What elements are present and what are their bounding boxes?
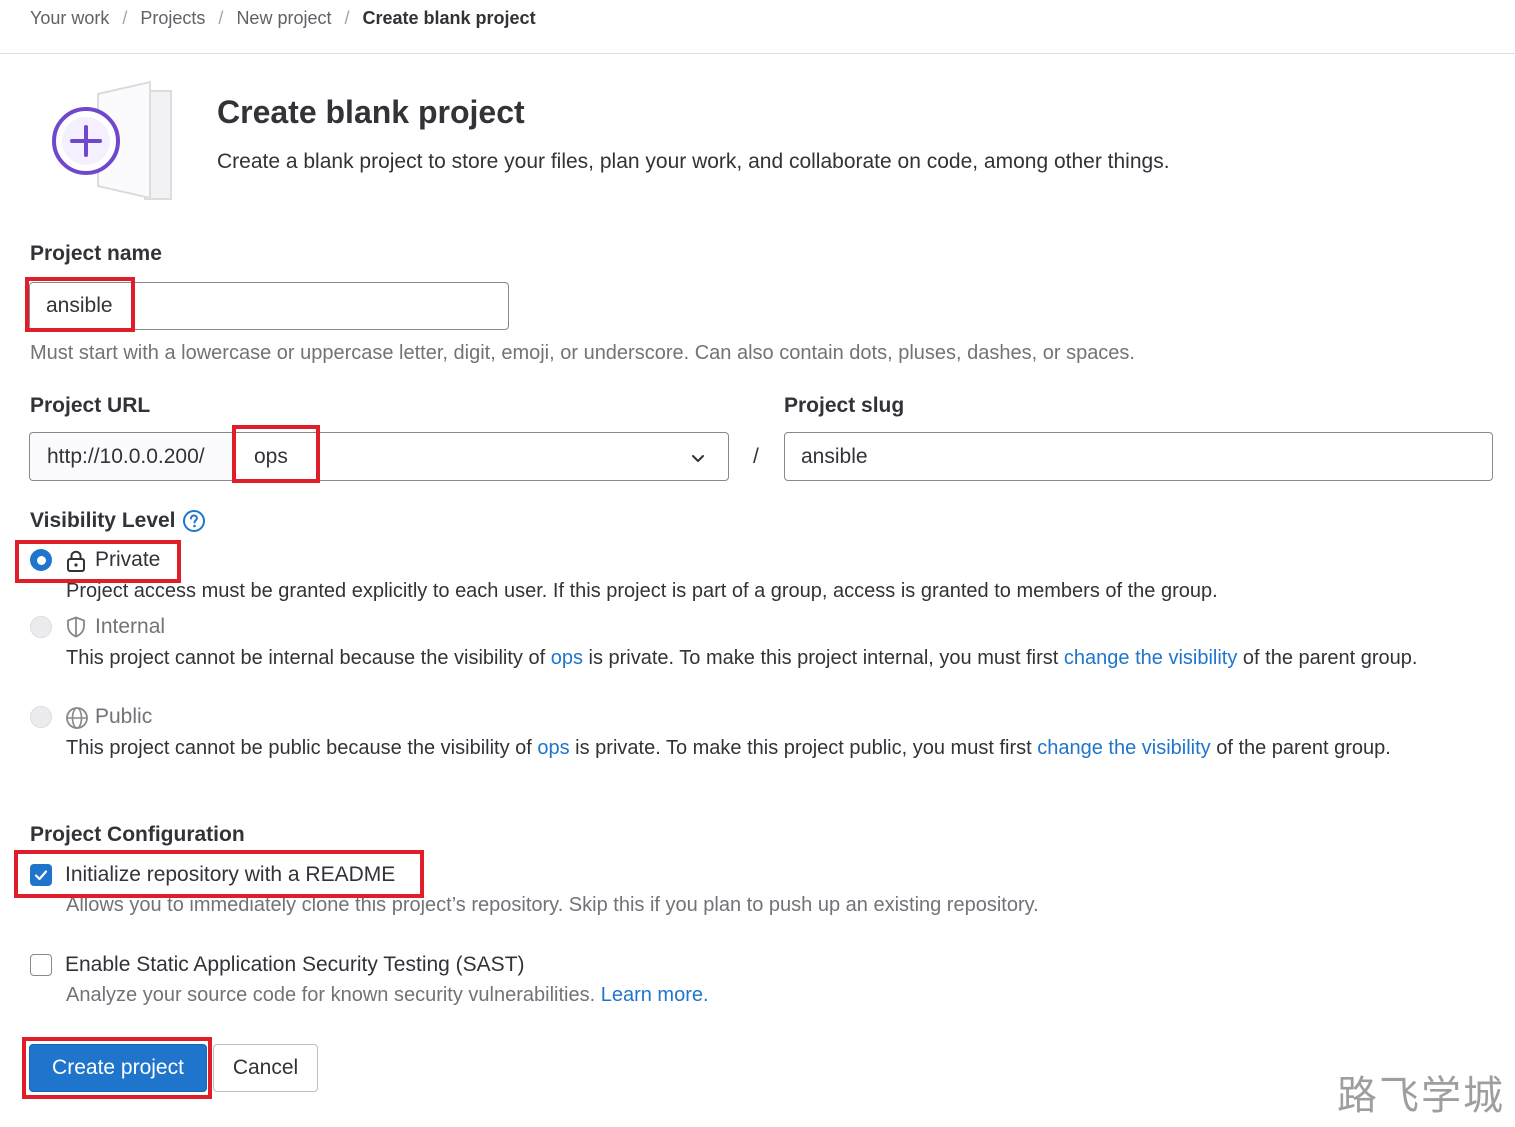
change-visibility-link[interactable]: change the visibility [1037, 737, 1210, 759]
project-name-input[interactable]: ansible [29, 282, 509, 330]
chevron-down-icon [692, 455, 704, 462]
project-slug-label: Project slug [784, 394, 905, 417]
breadcrumb-item-projects[interactable]: Projects [140, 8, 205, 29]
project-slug-value: ansible [801, 444, 868, 468]
breadcrumb-separator: / [122, 8, 128, 28]
breadcrumb-separator: / [218, 8, 224, 28]
shield-icon [67, 616, 85, 638]
project-name-help: Must start with a lowercase or uppercase… [30, 342, 1135, 364]
readme-label[interactable]: Initialize repository with a README [65, 863, 395, 887]
readme-description: Allows you to immediately clone this pro… [66, 894, 1039, 916]
lock-icon [67, 550, 85, 572]
globe-icon [66, 707, 88, 729]
project-slug-input[interactable]: ansible [784, 432, 1493, 481]
visibility-level-label: Visibility Level [30, 509, 206, 533]
visibility-private-label[interactable]: Private [95, 548, 160, 572]
project-url-label: Project URL [30, 394, 151, 417]
public-desc-text: This project cannot be public because th… [66, 737, 538, 759]
visibility-public-label: Public [95, 705, 153, 728]
visibility-private-description: Project access must be granted explicitl… [66, 580, 1218, 602]
internal-desc-text: This project cannot be internal because … [66, 647, 551, 669]
group-link[interactable]: ops [551, 647, 583, 669]
namespace-value: ops [254, 444, 288, 468]
url-slug-separator: / [753, 445, 759, 468]
page-description: Create a blank project to store your fil… [217, 150, 1170, 173]
create-project-button[interactable]: Create project [29, 1044, 207, 1092]
sast-checkbox[interactable] [30, 954, 52, 976]
project-url-prefix: http://10.0.0.200/ [29, 432, 235, 481]
visibility-internal-label: Internal [95, 615, 166, 638]
project-configuration-label: Project Configuration [30, 823, 245, 846]
project-name-value: ansible [46, 294, 113, 317]
internal-desc-text: of the parent group. [1237, 647, 1418, 669]
public-desc-text: of the parent group. [1210, 737, 1391, 759]
visibility-public-radio[interactable] [30, 706, 52, 728]
change-visibility-link[interactable]: change the visibility [1064, 647, 1237, 669]
check-icon [34, 870, 48, 881]
blank-project-illustration [50, 80, 180, 205]
breadcrumb-current: Create blank project [362, 8, 536, 28]
project-name-label: Project name [30, 242, 162, 265]
breadcrumb-separator: / [344, 8, 350, 28]
cancel-button[interactable]: Cancel [213, 1044, 318, 1092]
watermark: 路飞学城 [1337, 1073, 1505, 1119]
visibility-public-description: This project cannot be public because th… [66, 736, 1486, 760]
breadcrumb-item-new-project[interactable]: New project [236, 8, 331, 29]
visibility-internal-description: This project cannot be internal because … [66, 646, 1486, 670]
page-title: Create blank project [217, 94, 525, 130]
visibility-level-text: Visibility Level [30, 509, 176, 532]
question-circle-icon[interactable] [182, 509, 206, 533]
header-divider [0, 53, 1515, 54]
sast-description-text: Analyze your source code for known secur… [66, 984, 601, 1006]
internal-desc-text: is private. To make this project interna… [582, 647, 1064, 669]
breadcrumb: Your work / Projects / New project / Cre… [30, 8, 536, 29]
learn-more-link[interactable]: Learn more. [601, 984, 709, 1006]
breadcrumb-item-your-work[interactable]: Your work [30, 8, 109, 29]
visibility-internal-radio[interactable] [30, 616, 52, 638]
public-desc-text: is private. To make this project public,… [569, 737, 1038, 759]
group-link[interactable]: ops [537, 737, 569, 759]
namespace-select[interactable]: ops [235, 432, 729, 481]
sast-label[interactable]: Enable Static Application Security Testi… [65, 953, 525, 977]
sast-description: Analyze your source code for known secur… [66, 984, 709, 1007]
visibility-private-radio[interactable] [30, 549, 52, 571]
readme-checkbox[interactable] [30, 864, 52, 886]
